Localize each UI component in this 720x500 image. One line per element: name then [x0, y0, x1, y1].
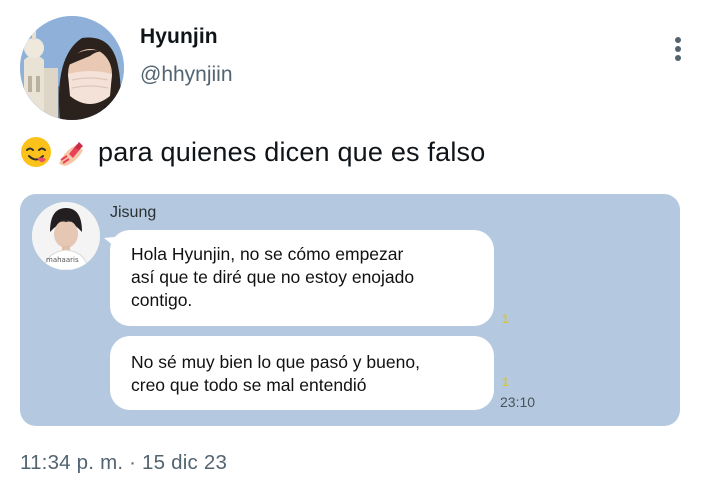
- message-line: No sé muy bien lo que pasó y bueno,: [131, 352, 420, 372]
- contact-name: Jisung: [110, 204, 157, 221]
- chat-message: No sé muy bien lo que pasó y bueno, creo…: [110, 336, 494, 410]
- tweet-text: para quienes dicen que es falso: [20, 133, 485, 171]
- author-handle[interactable]: @hhynjiin: [140, 63, 233, 87]
- message-line: creo que todo se mal entendió: [131, 375, 367, 395]
- more-options-icon[interactable]: [664, 36, 692, 66]
- message-line: Hola Hyunjin, no se cómo empezar: [131, 244, 404, 264]
- message-line: contigo.: [131, 290, 193, 310]
- author-avatar[interactable]: [20, 16, 124, 120]
- face-savoring-food-emoji: [20, 136, 52, 168]
- contact-avatar: mahaaris: [32, 202, 100, 270]
- chat-message: Hola Hyunjin, no se cómo empezar así que…: [110, 230, 494, 326]
- author-display-name[interactable]: Hyunjin: [140, 25, 218, 49]
- message-time: 23:10: [500, 394, 536, 410]
- read-count: 1: [502, 375, 509, 389]
- message-line: así que te diré que no estoy enojado: [131, 267, 415, 287]
- attached-chat-screenshot[interactable]: mahaaris Jisung Hola Hyunjin, no se cómo…: [20, 194, 680, 426]
- watermark-text: mahaaris: [46, 256, 79, 264]
- profile-photo: [20, 16, 124, 120]
- tweet-body: para quienes dicen que es falso: [98, 136, 486, 167]
- read-count: 1: [502, 312, 509, 326]
- nail-polish-emoji: [55, 136, 87, 168]
- tweet-timestamp[interactable]: 11:34 p. m. · 15 dic 23: [20, 451, 227, 475]
